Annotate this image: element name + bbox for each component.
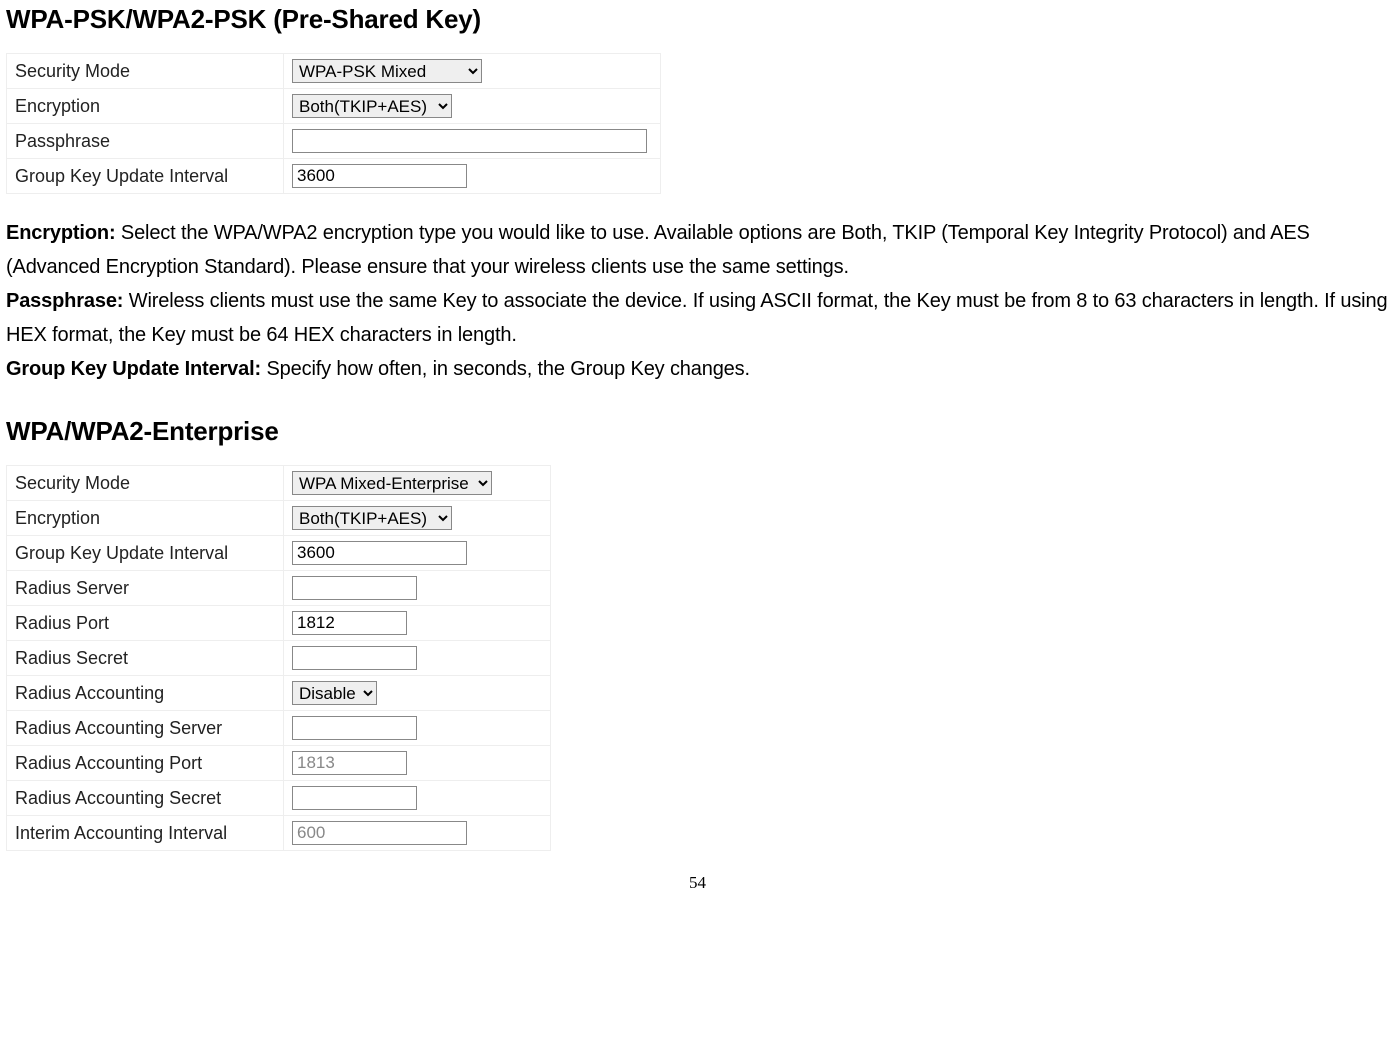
interim-interval-input — [292, 821, 467, 845]
table-row: Encryption Both(TKIP+AES) — [7, 89, 661, 124]
gkui-description-label: Group Key Update Interval: — [6, 358, 261, 380]
passphrase-description: Passphrase: Wireless clients must use th… — [6, 284, 1389, 352]
table-row: Radius Accounting Port — [7, 746, 551, 781]
table-row: Security Mode WPA Mixed-Enterprise — [7, 466, 551, 501]
table-row: Security Mode WPA-PSK Mixed — [7, 54, 661, 89]
ent-security-mode-select[interactable]: WPA Mixed-Enterprise — [292, 471, 492, 495]
ent-gkui-input[interactable] — [292, 541, 467, 565]
table-row: Encryption Both(TKIP+AES) — [7, 501, 551, 536]
radius-secret-input[interactable] — [292, 646, 417, 670]
radius-acc-port-label: Radius Accounting Port — [7, 746, 284, 781]
table-row: Group Key Update Interval — [7, 536, 551, 571]
table-row: Interim Accounting Interval — [7, 816, 551, 851]
radius-acc-server-input — [292, 716, 417, 740]
section-title-enterprise: WPA/WPA2-Enterprise — [6, 416, 1389, 447]
gkui-label: Group Key Update Interval — [7, 159, 284, 194]
table-row: Radius Server — [7, 571, 551, 606]
gkui-input[interactable] — [292, 164, 467, 188]
encryption-description: Encryption: Select the WPA/WPA2 encrypti… — [6, 216, 1389, 284]
table-row: Radius Secret — [7, 641, 551, 676]
passphrase-description-text: Wireless clients must use the same Key t… — [6, 290, 1387, 346]
passphrase-description-label: Passphrase: — [6, 290, 123, 312]
enterprise-config-table: Security Mode WPA Mixed-Enterprise Encry… — [6, 465, 551, 851]
encryption-select[interactable]: Both(TKIP+AES) — [292, 94, 452, 118]
ent-security-mode-label: Security Mode — [7, 466, 284, 501]
gkui-description-text: Specify how often, in seconds, the Group… — [261, 358, 750, 380]
page-number: 54 — [6, 873, 1389, 893]
gkui-description: Group Key Update Interval: Specify how o… — [6, 352, 1389, 386]
encryption-label: Encryption — [7, 89, 284, 124]
radius-acc-secret-label: Radius Accounting Secret — [7, 781, 284, 816]
radius-secret-label: Radius Secret — [7, 641, 284, 676]
encryption-description-label: Encryption: — [6, 222, 115, 244]
encryption-description-text: Select the WPA/WPA2 encryption type you … — [6, 222, 1310, 278]
passphrase-input[interactable] — [292, 129, 647, 153]
radius-acc-secret-input — [292, 786, 417, 810]
radius-port-label: Radius Port — [7, 606, 284, 641]
radius-acc-server-label: Radius Accounting Server — [7, 711, 284, 746]
radius-port-input[interactable] — [292, 611, 407, 635]
table-row: Group Key Update Interval — [7, 159, 661, 194]
radius-accounting-label: Radius Accounting — [7, 676, 284, 711]
radius-server-label: Radius Server — [7, 571, 284, 606]
ent-encryption-select[interactable]: Both(TKIP+AES) — [292, 506, 452, 530]
section-title-psk: WPA-PSK/WPA2-PSK (Pre-Shared Key) — [6, 4, 1389, 35]
ent-gkui-label: Group Key Update Interval — [7, 536, 284, 571]
table-row: Radius Accounting Disable — [7, 676, 551, 711]
table-row: Radius Accounting Server — [7, 711, 551, 746]
table-row: Passphrase — [7, 124, 661, 159]
passphrase-label: Passphrase — [7, 124, 284, 159]
ent-encryption-label: Encryption — [7, 501, 284, 536]
table-row: Radius Accounting Secret — [7, 781, 551, 816]
radius-accounting-select[interactable]: Disable — [292, 681, 377, 705]
interim-interval-label: Interim Accounting Interval — [7, 816, 284, 851]
radius-server-input[interactable] — [292, 576, 417, 600]
table-row: Radius Port — [7, 606, 551, 641]
radius-acc-port-input — [292, 751, 407, 775]
security-mode-label: Security Mode — [7, 54, 284, 89]
security-mode-select[interactable]: WPA-PSK Mixed — [292, 59, 482, 83]
psk-config-table: Security Mode WPA-PSK Mixed Encryption B… — [6, 53, 661, 194]
